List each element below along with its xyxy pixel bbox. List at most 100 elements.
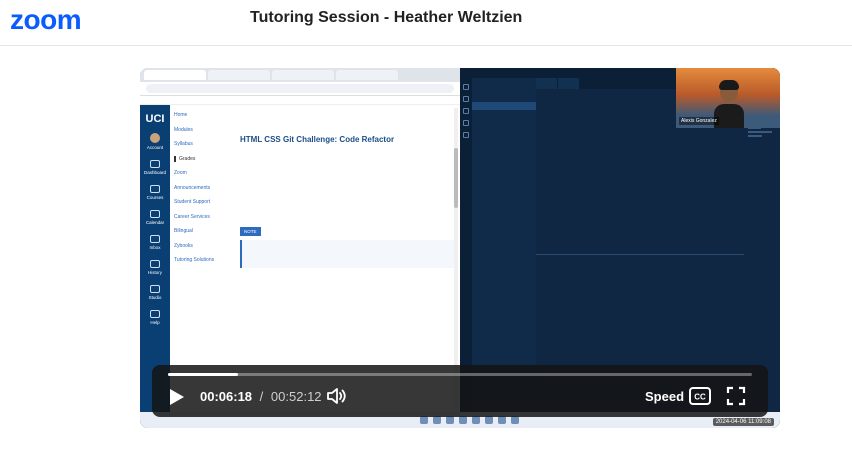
source-control-icon <box>463 108 469 114</box>
body-text-blurred <box>240 108 454 129</box>
current-time: 00:06:18 <box>200 389 253 404</box>
progress-bar[interactable] <box>168 373 752 376</box>
extensions-icon <box>463 132 469 138</box>
bookmarks-bar <box>140 96 460 105</box>
explorer-item <box>472 166 536 174</box>
duration: 00:52:12 <box>270 389 322 404</box>
closed-captions-icon: CC <box>689 387 711 405</box>
explorer-item <box>472 150 536 158</box>
explorer-item <box>472 86 536 94</box>
nav-account: Account <box>147 133 163 150</box>
cc-label: CC <box>694 393 706 402</box>
explorer-item <box>472 134 536 142</box>
courses-icon <box>149 185 160 193</box>
note-box <box>240 240 454 268</box>
explorer-item <box>472 118 536 126</box>
explorer-item <box>472 102 536 110</box>
player-controls: 00:06:18 / 00:52:12 Speed CC <box>152 365 768 417</box>
browser-tab <box>272 70 334 80</box>
video-player[interactable]: UCI Account Dashboard Courses Calendar I… <box>140 68 780 428</box>
body-text-blurred <box>240 179 454 214</box>
closed-captions-button[interactable]: CC <box>689 387 711 405</box>
fullscreen-button[interactable] <box>726 386 746 406</box>
calendar-icon <box>149 210 160 218</box>
browser-tab <box>336 70 398 80</box>
speed-button[interactable]: Speed <box>645 389 684 404</box>
debug-icon <box>463 120 469 126</box>
course-nav-item: Zybooks <box>174 242 193 249</box>
course-nav-item: Student Support <box>174 199 211 205</box>
time-display: 00:06:18 / 00:52:12 <box>200 389 322 404</box>
nav-courses: Courses <box>147 185 163 200</box>
taskbar-icon <box>420 416 428 424</box>
explorer-item <box>472 94 536 102</box>
nav-studio: Studio <box>149 285 161 300</box>
assignment-heading: HTML CSS Git Challenge: Code Refactor <box>240 135 395 144</box>
course-nav-item: Syllabus <box>174 141 193 147</box>
play-icon <box>170 389 184 405</box>
play-button[interactable] <box>166 387 186 407</box>
body-text-blurred <box>240 152 454 173</box>
dashboard-icon <box>149 160 160 168</box>
course-nav-item: Tutoring Solutions <box>174 257 215 263</box>
zoom-logo[interactable]: zoom <box>10 4 82 36</box>
taskbar-icon <box>433 416 441 424</box>
course-nav-item: Bilingual <box>174 228 193 234</box>
presenter-name: Alexis Gonzalez <box>679 117 719 125</box>
assignment-content: HTML CSS Git Challenge: Code Refactor NO… <box>240 108 454 324</box>
fullscreen-icon <box>726 386 746 406</box>
volume-button[interactable] <box>326 386 348 406</box>
inbox-icon <box>149 235 160 243</box>
history-icon <box>149 260 160 268</box>
taskbar-icon <box>446 416 454 424</box>
browser-tab <box>208 70 270 80</box>
course-nav-item: Modules <box>174 126 193 133</box>
uci-logo: UCI <box>145 113 165 125</box>
course-nav-item: Home <box>174 112 188 118</box>
page-title: Tutoring Session - Heather Weltzien <box>250 9 523 26</box>
recording-timestamp: 2024-04-06 11:09:08 <box>712 418 774 426</box>
taskbar-icon <box>485 416 493 424</box>
taskbar-icon <box>498 416 506 424</box>
taskbar-icon <box>472 416 480 424</box>
volume-icon <box>327 388 346 404</box>
course-nav-item: Career Services <box>174 213 210 220</box>
explorer-item <box>472 110 536 118</box>
page-scrollbar <box>454 108 458 408</box>
code-pane-bottom <box>536 254 744 369</box>
course-nav: Home Modules Syllabus Grades Zoom Announ… <box>174 112 234 272</box>
note-badge: NOTE <box>240 227 261 236</box>
url-field <box>146 84 454 93</box>
taskbar-icon <box>459 416 467 424</box>
page-header: zoom Tutoring Session - Heather Weltzien <box>0 0 852 46</box>
browser-tab-bar <box>140 68 460 82</box>
nav-inbox: Inbox <box>149 235 161 250</box>
browser-tab <box>144 70 206 80</box>
course-nav-item: Grades <box>174 155 234 162</box>
explorer-item <box>472 142 536 150</box>
course-nav-item: Announcements <box>174 184 211 191</box>
explorer-item <box>472 78 536 86</box>
files-icon <box>463 84 469 90</box>
time-separator: / <box>259 389 264 404</box>
body-text-blurred <box>248 244 448 258</box>
